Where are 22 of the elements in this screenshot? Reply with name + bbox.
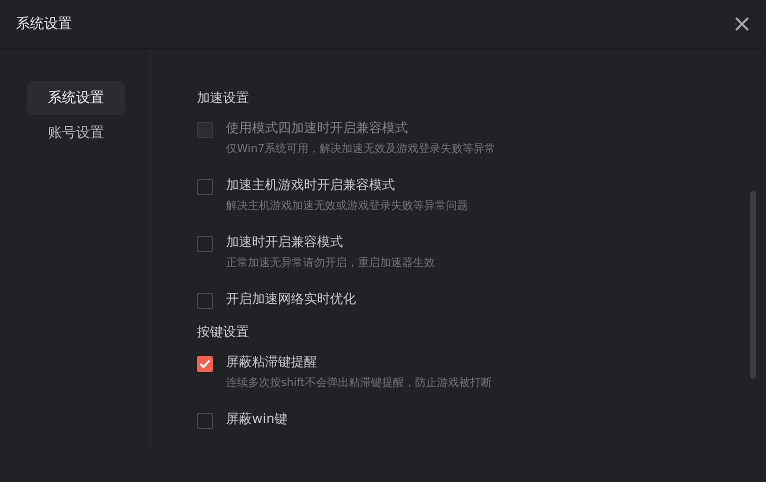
option-label: 使用模式四加速时开启兼容模式 [226,120,409,138]
window-title: 系统设置 [16,15,72,33]
option-label: 屏蔽win键 [226,411,288,429]
option-description: 连续多次按shift不会弹出粘滞键提醒，防止游戏被打断 [226,375,492,390]
close-icon[interactable] [735,17,749,31]
scrollbar-thumb[interactable] [750,191,756,379]
checkbox[interactable] [197,293,213,309]
option-label: 加速主机游戏时开启兼容模式 [226,177,396,195]
checkbox[interactable] [197,179,213,195]
option-description: 仅Win7系统可用，解决加速无效及游戏登录失败等异常 [226,141,496,156]
option-label: 屏蔽粘滞键提醒 [226,354,318,372]
checkbox[interactable] [197,413,213,429]
sidebar-item[interactable]: 账号设置 [27,116,125,150]
option-description: 解决主机游戏加速无效或游戏登录失败等异常问题 [226,198,468,213]
section-title: 按键设置 [197,324,250,341]
option-description: 正常加速无异常请勿开启，重启加速器生效 [226,255,435,270]
checkbox[interactable] [197,356,213,372]
option-label: 开启加速网络实时优化 [226,291,356,309]
sidebar-item[interactable]: 系统设置 [27,81,125,115]
checkbox[interactable] [197,236,213,252]
option-label: 加速时开启兼容模式 [226,234,344,252]
section-title: 加速设置 [197,90,250,107]
